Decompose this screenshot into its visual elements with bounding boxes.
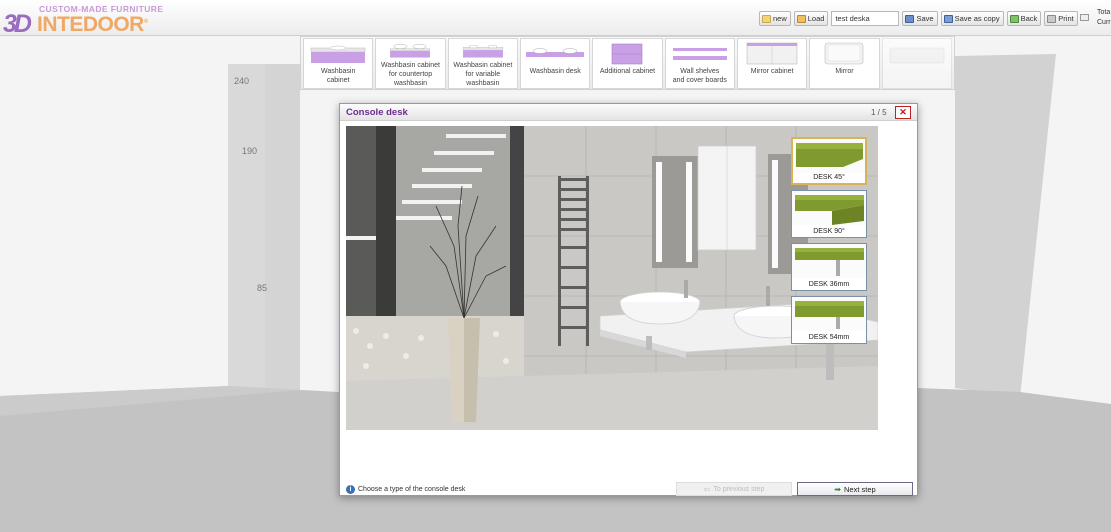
save-copy-icon — [943, 14, 953, 23]
wall-shelves-icon — [672, 48, 727, 60]
washbasin-desk-icon — [526, 48, 585, 57]
mirror-cabinet-icon — [746, 42, 798, 65]
logo-brand: INTEDOOR® — [37, 13, 148, 36]
logo: CUSTOM-MADE FURNITURE 3D INTEDOOR® — [3, 2, 163, 38]
dialog-title: Console desk — [346, 107, 408, 118]
printer-icon — [1047, 14, 1057, 23]
desk-36mm-icon — [792, 244, 866, 278]
previous-step-button[interactable]: ⇦ To previous step — [676, 482, 792, 496]
category-bathtub[interactable] — [881, 38, 952, 89]
bathtub-icon — [889, 47, 945, 64]
current-label: Curr — [1097, 19, 1111, 26]
category-mirror-cabinet[interactable]: Mirror cabinet — [736, 38, 808, 89]
save-icon — [905, 14, 915, 23]
right-arrow-icon: ➡ — [834, 484, 841, 494]
next-step-button[interactable]: ➡ Next step — [797, 482, 913, 496]
close-button[interactable]: ✕ — [895, 106, 911, 119]
load-button[interactable]: Load — [793, 11, 829, 26]
category-additional-cabinet[interactable]: Additional cabinet — [592, 38, 663, 89]
info-icon: i — [346, 485, 355, 494]
countertop-cabinet-icon — [390, 43, 431, 58]
category-mirror[interactable]: Mirror — [809, 38, 880, 89]
step-pager: 1 / 5 — [871, 108, 887, 117]
additional-cabinet-icon — [612, 43, 643, 65]
furniture-category-bar: Washbasin cabinet Washbasin cabinet for … — [300, 36, 955, 90]
desk-90-icon — [792, 191, 866, 225]
dimension-190: 190 — [242, 146, 258, 156]
desk-54mm-icon — [792, 297, 866, 331]
project-toolbar: new Load Save Save as copy Back Print — [759, 11, 1081, 26]
new-button[interactable]: new — [759, 11, 791, 26]
new-icon — [762, 14, 771, 23]
desk-45-icon — [793, 139, 865, 173]
window-icon[interactable] — [1080, 14, 1089, 21]
category-wall-shelves[interactable]: Wall shelves and cover boards — [664, 38, 735, 89]
print-button[interactable]: Print — [1044, 11, 1078, 26]
option-desk-36mm[interactable]: DESK 36mm — [791, 243, 867, 291]
option-desk-45[interactable]: DESK 45° — [791, 137, 867, 185]
category-washbasin-desk[interactable]: Washbasin desk — [519, 38, 591, 89]
option-desk-54mm[interactable]: DESK 54mm — [791, 296, 867, 344]
category-countertop-cabinet[interactable]: Washbasin cabinet for countertop washbas… — [375, 38, 446, 89]
option-desk-90[interactable]: DESK 90° — [791, 190, 867, 238]
logo-3d: 3D — [3, 10, 32, 38]
save-as-copy-button[interactable]: Save as copy — [940, 11, 1004, 26]
save-button[interactable]: Save — [902, 11, 938, 26]
variable-cabinet-icon — [462, 45, 503, 58]
dimension-85: 85 — [257, 283, 268, 293]
back-button[interactable]: Back — [1006, 11, 1042, 26]
project-name-input[interactable] — [831, 11, 900, 26]
console-desk-dialog: Console desk 1 / 5 ✕ DESK 45° DESK 90° D… — [339, 103, 918, 496]
dialog-header: Console desk 1 / 5 ✕ — [340, 104, 917, 121]
back-arrow-icon — [1009, 14, 1019, 23]
total-label: Tota — [1097, 9, 1111, 16]
category-washbasin-cabinet[interactable]: Washbasin cabinet — [303, 38, 374, 89]
washbasin-cabinet-icon — [310, 45, 366, 63]
dimension-240: 240 — [234, 76, 250, 86]
category-variable-cabinet[interactable]: Washbasin cabinet for variable washbasin — [447, 38, 518, 89]
left-arrow-icon: ⇦ — [703, 484, 711, 494]
dialog-hint: i Choose a type of the console desk — [346, 485, 465, 494]
folder-icon — [796, 14, 806, 23]
top-bar: CUSTOM-MADE FURNITURE 3D INTEDOOR® new L… — [0, 0, 1111, 38]
mirror-icon — [825, 42, 864, 65]
